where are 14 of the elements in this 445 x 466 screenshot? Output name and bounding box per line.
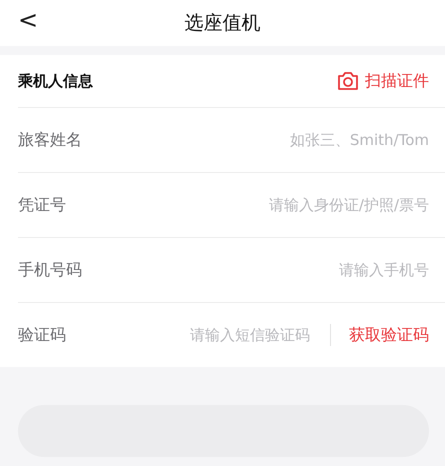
input-field[interactable]: 请输入身份证/护照/票号: [128, 196, 429, 214]
input-field[interactable]: 如张三、Smith/Tom: [128, 131, 429, 149]
input-field[interactable]: 请输入手机号: [128, 261, 429, 279]
field-label: 验证码: [18, 324, 67, 346]
get-code-button[interactable]: 获取验证码: [349, 324, 429, 346]
camera-icon: [337, 71, 359, 91]
input-field[interactable]: 请输入短信验证码: [128, 326, 310, 344]
field-label: 凭证号: [18, 194, 67, 216]
scan-button[interactable]: 扫描证件: [337, 70, 429, 92]
back-button[interactable]: <: [12, 6, 44, 34]
field-label: 旅客姓名: [18, 130, 83, 150]
section-title: 乘机人信息: [18, 72, 93, 90]
page-title: 选座值机: [184, 11, 260, 36]
field-label: 手机号码: [18, 260, 83, 280]
